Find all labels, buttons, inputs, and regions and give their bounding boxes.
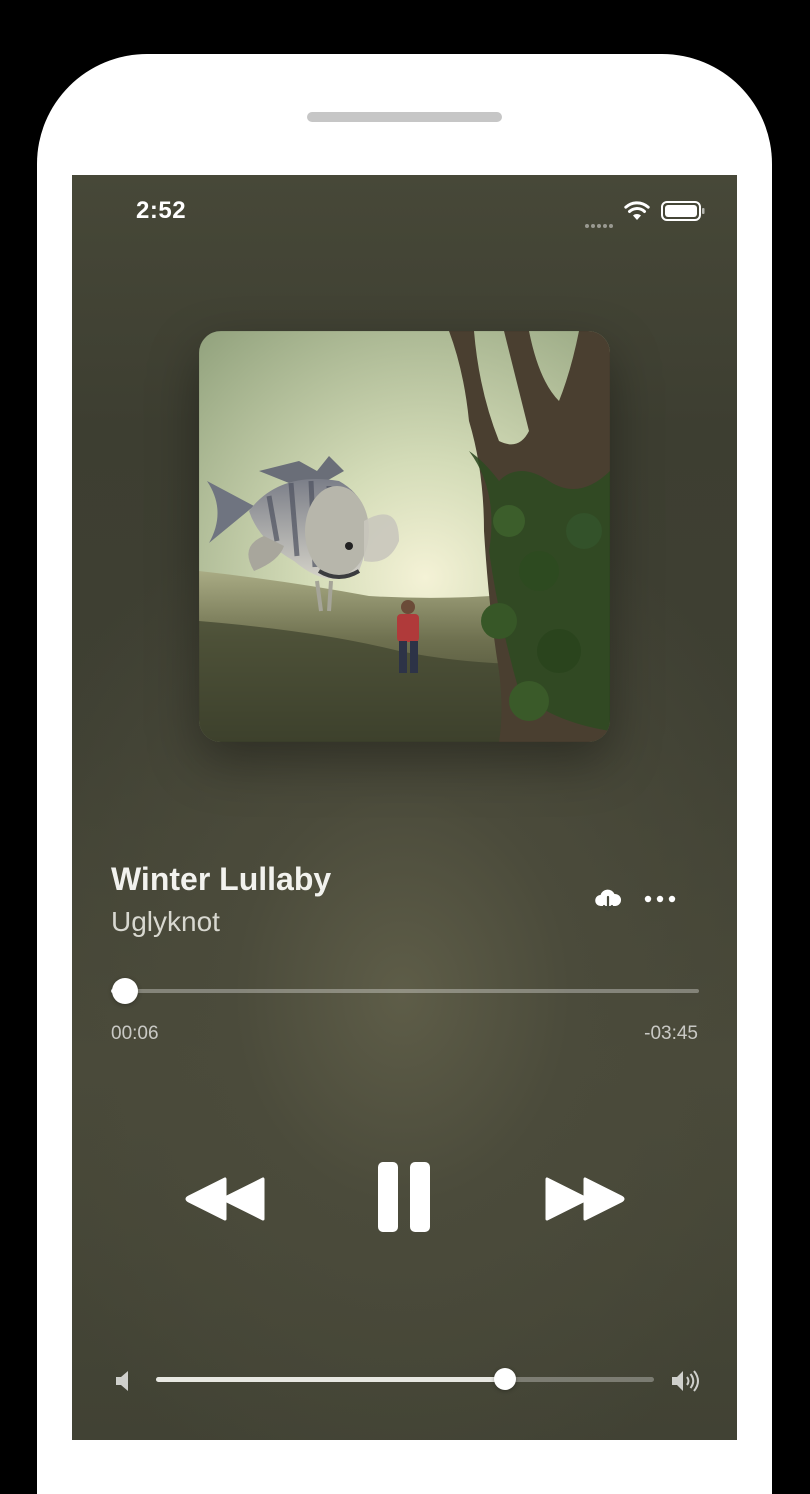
volume-thumb[interactable] (493, 1368, 516, 1390)
now-playing-screen: 2:52 Winter Lullaby Uglyknot 00:06 -03:4… (72, 175, 737, 1440)
elapsed-time: 00:06 (111, 1023, 159, 1044)
remaining-time: -03:45 (644, 1023, 698, 1044)
volume-high-icon (672, 1370, 699, 1392)
track-title: Winter Lullaby (111, 861, 332, 897)
volume-low-icon (116, 1371, 128, 1391)
signal-dots-icon (585, 215, 615, 228)
playback-progress-bar[interactable] (111, 978, 699, 1004)
wifi-icon (624, 201, 650, 220)
speaker-slot (307, 112, 502, 122)
more-icon[interactable] (642, 887, 678, 911)
album-artwork (199, 331, 610, 742)
fast-forward-icon[interactable] (543, 1175, 625, 1223)
download-icon[interactable] (594, 886, 622, 914)
track-artist[interactable]: Uglyknot (111, 906, 220, 938)
pause-icon[interactable] (376, 1160, 432, 1234)
volume-fill (156, 1377, 505, 1382)
rewind-icon[interactable] (185, 1175, 267, 1223)
status-bar: 2:52 (72, 175, 737, 245)
progress-thumb[interactable] (112, 978, 139, 1004)
battery-icon (661, 201, 705, 221)
volume-slider[interactable] (156, 1368, 654, 1390)
status-time: 2:52 (136, 197, 187, 224)
